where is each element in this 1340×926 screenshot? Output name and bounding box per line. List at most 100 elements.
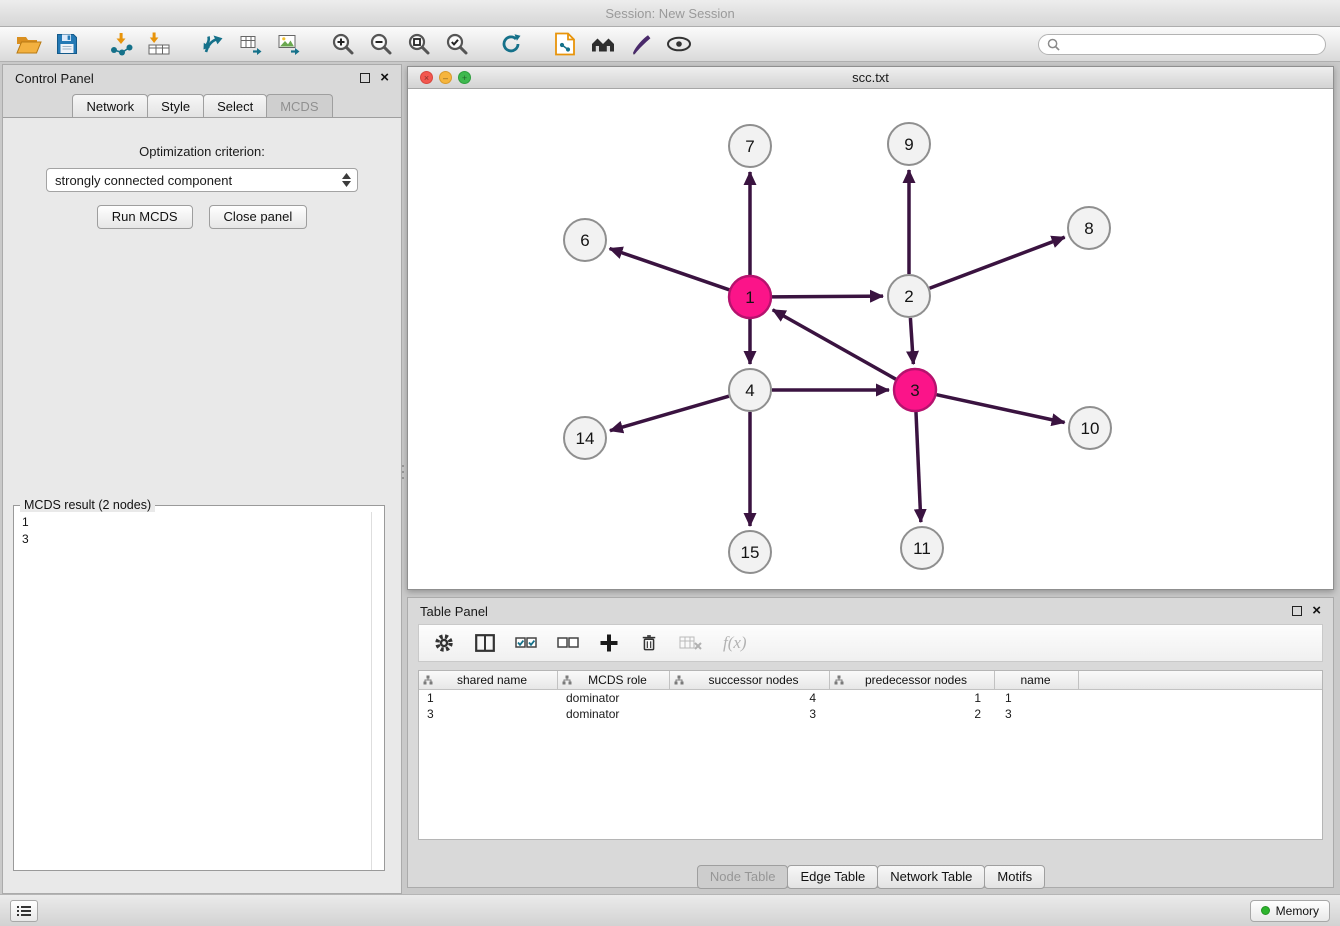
cell-name[interactable]: 1 (995, 691, 1079, 705)
graph-edge-1-2[interactable] (772, 296, 883, 297)
zoom-out-button[interactable] (366, 29, 396, 59)
graph-node-1[interactable]: 1 (729, 276, 771, 318)
column-header-name[interactable]: name (995, 671, 1079, 689)
graph-node-6[interactable]: 6 (564, 219, 606, 261)
export-table-button[interactable] (236, 29, 266, 59)
export-image-button[interactable] (274, 29, 304, 59)
zoom-out-icon (369, 32, 393, 56)
tab-select[interactable]: Select (203, 94, 267, 117)
show-hide-button[interactable] (664, 29, 694, 59)
panel-splitter-handle[interactable] (400, 455, 406, 489)
document-network-icon (554, 32, 576, 56)
graph-edge-2-8[interactable] (930, 237, 1065, 288)
float-table-panel-icon[interactable] (1292, 606, 1302, 616)
add-column-button[interactable] (599, 633, 619, 653)
control-panel-title: Control Panel (15, 71, 94, 86)
graph-node-4[interactable]: 4 (729, 369, 771, 411)
graph-node-14[interactable]: 14 (564, 417, 606, 459)
network-document-button[interactable] (550, 29, 580, 59)
column-header-shared-name[interactable]: shared name (419, 671, 558, 689)
graph-edge-3-11[interactable] (916, 412, 921, 522)
tab-network-table[interactable]: Network Table (877, 865, 985, 889)
zoom-selected-button[interactable] (442, 29, 472, 59)
graph-edge-1-6[interactable] (610, 248, 730, 289)
open-session-button[interactable] (14, 29, 44, 59)
criterion-select[interactable]: strongly connected component (46, 168, 358, 192)
refresh-icon (499, 32, 523, 56)
node-table: shared name MCDS role successor nodes pr… (418, 670, 1323, 840)
import-table-button[interactable] (144, 29, 174, 59)
mcds-result-item[interactable]: 3 (22, 531, 384, 548)
delete-table-icon (679, 634, 703, 652)
tab-style[interactable]: Style (147, 94, 204, 117)
mcds-result-item[interactable]: 1 (22, 514, 384, 531)
graph-node-2[interactable]: 2 (888, 275, 930, 317)
refresh-view-button[interactable] (496, 29, 526, 59)
show-columns-button[interactable] (475, 634, 495, 652)
select-all-columns-button[interactable] (515, 634, 537, 652)
attribute-icon (562, 675, 572, 685)
float-panel-icon[interactable] (360, 73, 370, 83)
tab-edge-table[interactable]: Edge Table (787, 865, 878, 889)
table-row[interactable]: 3 dominator 3 2 3 (419, 706, 1322, 722)
cell-predecessor-nodes[interactable]: 2 (830, 707, 995, 721)
home-layout-button[interactable] (588, 29, 618, 59)
graph-node-10[interactable]: 10 (1069, 407, 1111, 449)
network-canvas[interactable]: 7 9 6 8 1 2 4 3 14 10 15 11 (408, 89, 1333, 589)
import-table-icon (146, 32, 172, 56)
cell-shared-name[interactable]: 1 (419, 691, 558, 705)
annotation-button[interactable] (626, 29, 656, 59)
memory-button[interactable]: Memory (1250, 900, 1330, 922)
column-header-successor-nodes[interactable]: successor nodes (670, 671, 830, 689)
tab-network[interactable]: Network (72, 94, 148, 117)
result-scrollbar[interactable] (371, 512, 384, 870)
search-input[interactable] (1060, 37, 1317, 52)
zoom-fit-button[interactable] (404, 29, 434, 59)
graph-edge-3-10[interactable] (936, 395, 1064, 423)
main-toolbar (0, 27, 1340, 62)
delete-column-button[interactable] (639, 632, 659, 654)
close-panel-icon[interactable]: × (380, 72, 389, 84)
graph-node-9[interactable]: 9 (888, 123, 930, 165)
cell-predecessor-nodes[interactable]: 1 (830, 691, 995, 705)
cell-mcds-role[interactable]: dominator (558, 707, 670, 721)
close-panel-button[interactable]: Close panel (209, 205, 308, 229)
cell-successor-nodes[interactable]: 4 (670, 691, 830, 705)
tab-mcds[interactable]: MCDS (266, 94, 332, 117)
folder-open-icon (16, 33, 42, 55)
graph-node-3[interactable]: 3 (894, 369, 936, 411)
cell-mcds-role[interactable]: dominator (558, 691, 670, 705)
deselect-all-columns-button[interactable] (557, 634, 579, 652)
graph-edge-2-3[interactable] (910, 318, 913, 364)
cell-name[interactable]: 3 (995, 707, 1079, 721)
tab-motifs[interactable]: Motifs (984, 865, 1045, 889)
graph-edge-3-1[interactable] (773, 310, 896, 379)
columns-icon (475, 634, 495, 652)
column-header-predecessor-nodes[interactable]: predecessor nodes (830, 671, 995, 689)
column-header-mcds-role[interactable]: MCDS role (558, 671, 670, 689)
table-settings-button[interactable] (433, 632, 455, 654)
status-bar: Memory (0, 894, 1340, 926)
export-network-button[interactable] (198, 29, 228, 59)
attribute-icon (674, 675, 684, 685)
select-stepper-icon (342, 173, 351, 187)
run-mcds-button[interactable]: Run MCDS (97, 205, 193, 229)
svg-text:15: 15 (741, 543, 760, 562)
search-box[interactable] (1038, 34, 1326, 55)
table-row[interactable]: 1 dominator 4 1 1 (419, 690, 1322, 706)
close-table-panel-icon[interactable]: × (1312, 605, 1321, 617)
graph-edge-4-14[interactable] (610, 396, 729, 431)
cell-shared-name[interactable]: 3 (419, 707, 558, 721)
graph-node-11[interactable]: 11 (901, 527, 943, 569)
graph-node-7[interactable]: 7 (729, 125, 771, 167)
tab-node-table[interactable]: Node Table (697, 865, 789, 889)
zoom-in-button[interactable] (328, 29, 358, 59)
save-session-button[interactable] (52, 29, 82, 59)
panel-toggle-button[interactable] (10, 900, 38, 922)
graph-node-8[interactable]: 8 (1068, 207, 1110, 249)
graph-node-15[interactable]: 15 (729, 531, 771, 573)
table-toolbar: f(x) (418, 624, 1323, 662)
cell-successor-nodes[interactable]: 3 (670, 707, 830, 721)
mcds-result-list[interactable]: 1 3 (14, 512, 384, 548)
import-network-button[interactable] (106, 29, 136, 59)
